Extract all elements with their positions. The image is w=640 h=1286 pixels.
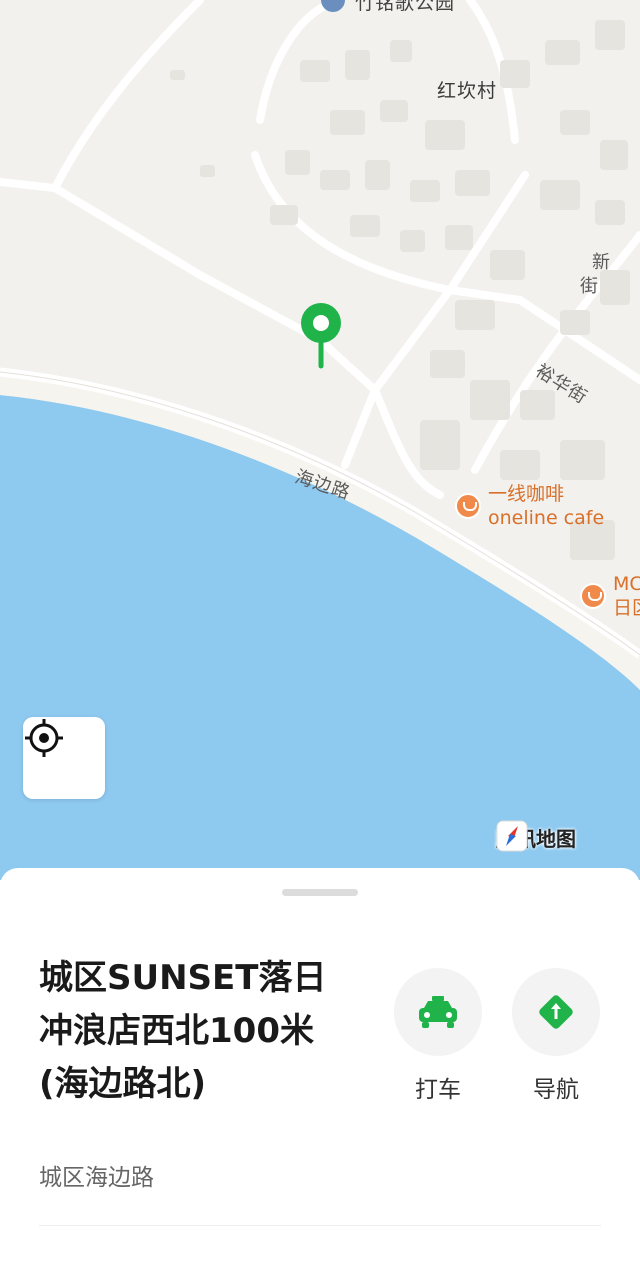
map-label-village: 红坎村	[437, 80, 498, 102]
navigate-button-circle[interactable]	[512, 968, 600, 1056]
crosshair-icon	[25, 719, 63, 757]
locate-me-button[interactable]	[23, 717, 105, 799]
map-label-new-street-1: 新	[592, 252, 611, 273]
poi-oneline-cafe[interactable]: 一线咖啡 oneline cafe	[488, 482, 604, 530]
navigation-icon	[539, 995, 573, 1029]
map-view[interactable]: 竹铭歌公园 红坎村 新 街 裕华街 海边路 一线咖啡 oneline cafe …	[0, 0, 640, 880]
poi-partial-line-2: 日区	[613, 597, 640, 619]
map-brand: 腾讯地图	[496, 820, 576, 854]
cafe-icon[interactable]	[455, 493, 481, 519]
sheet-drag-handle[interactable]	[282, 889, 358, 896]
place-detail-sheet: 城区SUNSET落日冲浪店西北100米(海边路北) 打车 导航 城区海边路	[0, 868, 640, 1286]
divider	[39, 1225, 601, 1226]
poi-partial-line-1: MC	[613, 573, 640, 595]
navigate-label: 导航	[533, 1077, 579, 1103]
place-address: 城区海边路	[39, 1165, 154, 1191]
navigate-button[interactable]: 导航	[511, 968, 601, 1104]
tencent-map-logo-icon	[496, 820, 528, 852]
map-label-park: 竹铭歌公园	[355, 0, 456, 14]
place-title: 城区SUNSET落日冲浪店西北100米(海边路北)	[39, 958, 327, 1104]
poi-cafe-name-en: oneline cafe	[488, 507, 605, 529]
taxi-label: 打车	[415, 1077, 461, 1103]
poi-cafe-name-cn: 一线咖啡	[488, 483, 565, 505]
taxi-icon	[419, 996, 457, 1028]
poi-partial[interactable]: MC 日区	[613, 572, 640, 620]
map-label-new-street-2: 街	[580, 276, 599, 297]
taxi-button[interactable]: 打车	[393, 968, 483, 1104]
taxi-button-circle[interactable]	[394, 968, 482, 1056]
cup-icon[interactable]	[580, 583, 606, 609]
